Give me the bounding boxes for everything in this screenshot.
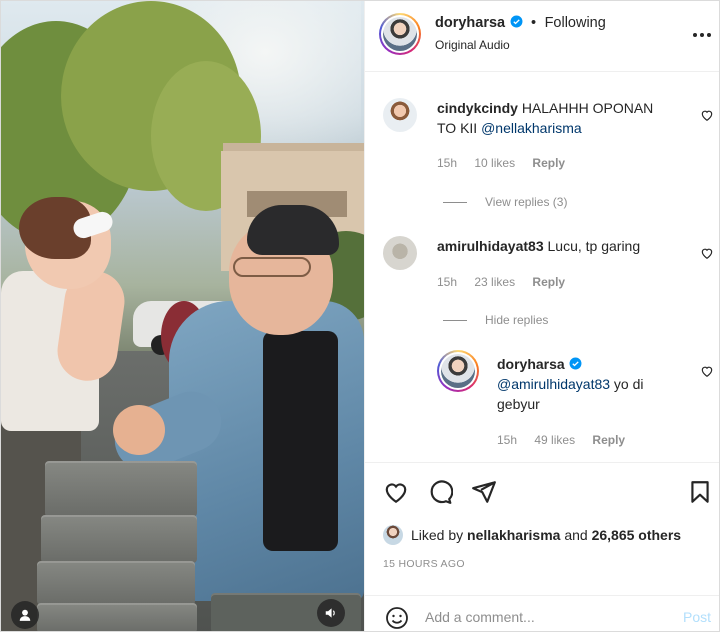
comment-avatar[interactable] <box>383 98 417 132</box>
post-comment-button[interactable]: Post <box>683 609 711 625</box>
comment-likes[interactable]: 23 likes <box>474 275 515 289</box>
comment-username[interactable]: amirulhidayat83 <box>437 238 544 254</box>
comment-input[interactable] <box>425 607 665 627</box>
comment-mention[interactable]: @nellakharisma <box>481 120 582 136</box>
reply-avatar[interactable] <box>437 350 479 392</box>
reply-username[interactable]: doryharsa <box>497 356 565 372</box>
comment-text: amirulhidayat83 Lucu, tp garing <box>437 236 677 256</box>
comment-avatar[interactable] <box>383 236 417 270</box>
bookmark-icon[interactable] <box>687 479 713 505</box>
post-details-panel: doryharsa • Following Original Audio cin… <box>364 1 719 631</box>
user-tag-icon <box>19 609 31 621</box>
likes-middle: and <box>560 527 592 543</box>
comment-username[interactable]: cindykcindy <box>437 100 518 116</box>
following-button[interactable]: Following <box>545 15 606 31</box>
like-reply-icon[interactable] <box>700 364 714 378</box>
reply-meta: 15h 49 likes Reply <box>497 433 639 447</box>
reply-button[interactable]: Reply <box>532 275 565 289</box>
like-comment-icon[interactable] <box>700 246 714 260</box>
hide-replies-label: Hide replies <box>485 313 549 327</box>
comment-icon[interactable] <box>427 479 453 505</box>
reply-button[interactable]: Reply <box>532 156 565 170</box>
author-username[interactable]: doryharsa <box>435 15 505 31</box>
reply-time: 15h <box>497 433 518 447</box>
reply-text: doryharsa @amirulhidayat83 yo di gebyur <box>497 354 677 414</box>
brick <box>45 461 197 517</box>
like-comment-icon[interactable] <box>700 108 714 122</box>
add-comment-bar: Post <box>365 595 719 631</box>
reply-likes[interactable]: 49 likes <box>534 433 575 447</box>
verified-badge-icon <box>510 15 523 28</box>
comment-meta: 15h 23 likes Reply <box>437 275 579 289</box>
comment-likes[interactable]: 10 likes <box>474 156 515 170</box>
comment-time: 15h <box>437 156 458 170</box>
post-dialog: doryharsa • Following Original Audio cin… <box>0 0 720 632</box>
post-video[interactable] <box>1 1 364 631</box>
post-actions: Liked by nellakharisma and 26,865 others… <box>365 462 719 631</box>
comment-text: cindykcindy HALAHHH OPONAN TO KII @nella… <box>437 98 673 138</box>
likes-summary: Liked by nellakharisma and 26,865 others <box>383 525 681 545</box>
header-separator: • <box>531 15 537 31</box>
reply-button[interactable]: Reply <box>592 433 625 447</box>
comment-time: 15h <box>437 275 458 289</box>
man-glasses <box>233 257 311 277</box>
thread-line <box>443 202 467 204</box>
brick <box>37 603 197 631</box>
liker-username[interactable]: nellakharisma <box>467 527 560 543</box>
man-shirt <box>263 331 338 551</box>
brick <box>37 561 195 605</box>
thread-line <box>443 320 467 322</box>
man-hand <box>113 405 165 455</box>
comment-meta: 15h 10 likes Reply <box>437 156 579 170</box>
emoji-icon[interactable] <box>385 606 409 630</box>
sound-button[interactable] <box>317 599 345 627</box>
view-replies-label: View replies (3) <box>485 195 568 209</box>
verified-badge-icon <box>569 357 582 370</box>
user-tag-button[interactable] <box>11 601 39 629</box>
likes-others[interactable]: 26,865 others <box>592 527 682 543</box>
likes-prefix: Liked by <box>411 527 468 543</box>
comment-body: Lucu, tp garing <box>547 238 641 254</box>
sound-icon <box>325 608 335 618</box>
hide-replies-button[interactable]: Hide replies <box>443 313 548 327</box>
comments-list: cindykcindy HALAHHH OPONAN TO KII @nella… <box>365 72 719 462</box>
brick <box>41 515 197 563</box>
liker-avatar[interactable] <box>383 525 403 545</box>
heart-icon[interactable] <box>383 479 409 505</box>
original-audio-link[interactable]: Original Audio <box>435 38 510 52</box>
more-options-icon[interactable] <box>690 23 714 47</box>
view-replies-button[interactable]: View replies (3) <box>443 195 567 209</box>
post-timestamp: 15 HOURS AGO <box>383 558 465 570</box>
share-icon[interactable] <box>471 479 497 505</box>
header-title-row: doryharsa • Following <box>435 14 606 32</box>
author-avatar[interactable] <box>379 13 421 55</box>
reply-mention[interactable]: @amirulhidayat83 <box>497 376 610 392</box>
post-header: doryharsa • Following Original Audio <box>365 1 719 72</box>
